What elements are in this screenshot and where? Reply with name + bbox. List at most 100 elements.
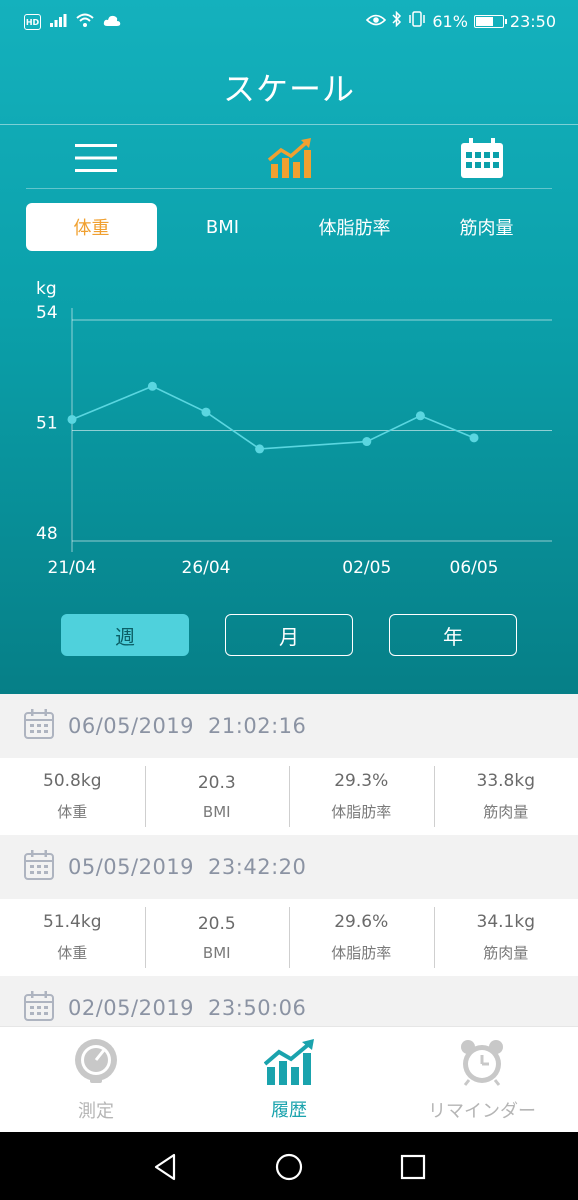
y-tick-label: 48	[36, 524, 58, 544]
data-point	[67, 414, 77, 424]
stat-value: 34.1kg	[476, 912, 536, 932]
toolbar	[0, 132, 578, 184]
app-header: HD 61% 23:50 スケール 体重 BMI 体脂肪率 筋肉量 kg 54 …	[0, 0, 578, 694]
record-date: 06/05/2019	[68, 714, 195, 738]
home-icon[interactable]	[272, 1150, 306, 1184]
menu-icon[interactable]	[72, 136, 120, 180]
nav-measure[interactable]: 測定	[0, 1027, 192, 1133]
battery-icon	[473, 14, 507, 28]
x-tick-label: 02/05	[342, 558, 391, 578]
page-title: スケール	[222, 70, 355, 108]
stat-body-fat: 29.3% 体脂肪率	[289, 758, 434, 835]
data-point	[469, 433, 479, 443]
nav-reminder[interactable]: リマインダー	[386, 1027, 578, 1133]
stat-label: 体脂肪率	[331, 944, 392, 962]
stat-label: 体重	[57, 803, 88, 821]
title-divider	[0, 124, 578, 125]
calendar-icon	[24, 990, 54, 1026]
recent-apps-icon[interactable]	[396, 1150, 430, 1184]
record-date: 02/05/2019	[68, 996, 195, 1020]
stat-label: BMI	[202, 802, 231, 821]
system-navigation-bar	[0, 1132, 578, 1200]
chart-icon[interactable]	[265, 136, 313, 180]
record-date-row: 02/05/2019 23:50:06	[0, 976, 578, 1026]
record-item[interactable]: 05/05/2019 23:42:20 51.4kg 体重 20.5 BMI 29.…	[0, 835, 578, 976]
weight-line-chart: kg 54 51 48 21/04 26/04 02/05 06/05	[36, 279, 552, 578]
stat-value: 33.8kg	[476, 771, 536, 791]
range-tab-month[interactable]: 月	[225, 614, 353, 656]
metric-tabs: 体重 BMI 体脂肪率 筋肉量	[26, 203, 552, 251]
calendar-icon[interactable]	[458, 136, 506, 180]
range-tab-week[interactable]: 週	[61, 614, 189, 656]
tab-weight[interactable]: 体重	[26, 203, 157, 251]
stat-label: BMI	[202, 943, 231, 962]
y-axis-unit-label: kg	[36, 279, 57, 299]
stat-value: 50.8kg	[43, 771, 102, 791]
battery-level	[475, 16, 493, 26]
record-time: 21:02:16	[208, 714, 307, 738]
record-time: 23:50:06	[208, 996, 307, 1020]
back-icon[interactable]	[148, 1150, 182, 1184]
range-tabs: 週 月 年	[61, 614, 517, 656]
nav-history[interactable]: 履歴	[193, 1027, 385, 1133]
wifi-icon	[75, 12, 95, 32]
record-date-row: 05/05/2019 23:42:20	[0, 835, 578, 899]
record-date: 05/05/2019	[68, 855, 195, 879]
record-stats: 51.4kg 体重 20.5 BMI 29.6% 体脂肪率 34.1kg 筋肉量	[0, 899, 578, 976]
nav-label: 測定	[78, 1100, 114, 1122]
chart-icon	[263, 1038, 314, 1090]
stat-value: 29.3%	[334, 771, 389, 791]
stat-value: 20.5	[197, 913, 236, 934]
calendar-icon	[24, 849, 54, 885]
alarm-clock-icon	[457, 1038, 507, 1091]
record-item[interactable]: 02/05/2019 23:50:06	[0, 976, 578, 1026]
data-point	[362, 437, 372, 447]
record-item[interactable]: 06/05/2019 21:02:16 50.8kg 体重 20.3 BMI 29.…	[0, 694, 578, 835]
nav-label: 履歴	[271, 1099, 307, 1121]
data-point	[201, 407, 211, 417]
data-point	[255, 444, 265, 454]
stat-muscle-mass: 33.8kg 筋肉量	[433, 758, 578, 835]
data-point	[415, 411, 425, 421]
stat-label: 筋肉量	[483, 944, 529, 962]
stat-weight: 50.8kg 体重	[0, 758, 145, 835]
stat-value: 51.4kg	[43, 912, 102, 932]
history-records[interactable]: 06/05/2019 21:02:16 50.8kg 体重 20.3 BMI 29.…	[0, 694, 578, 1026]
vibrate-icon	[408, 11, 426, 31]
clock-time: 23:50	[509, 11, 556, 31]
stat-label: 筋肉量	[483, 803, 529, 821]
tab-body-fat[interactable]: 体脂肪率	[289, 203, 420, 251]
stat-value: 20.3	[197, 772, 236, 793]
hd-badge: HD	[24, 14, 41, 30]
range-tab-year[interactable]: 年	[389, 614, 517, 656]
record-time: 23:42:20	[208, 855, 307, 879]
record-stats: 50.8kg 体重 20.3 BMI 29.3% 体脂肪率 33.8kg 筋肉量	[0, 758, 578, 835]
x-tick-label: 06/05	[450, 558, 499, 578]
toolbar-divider	[26, 188, 552, 189]
tab-bmi[interactable]: BMI	[157, 203, 288, 251]
tab-muscle-mass[interactable]: 筋肉量	[421, 203, 552, 251]
eye-icon	[366, 12, 387, 31]
gauge-icon	[72, 1038, 120, 1091]
data-point	[147, 381, 157, 391]
signal-icon	[49, 12, 67, 32]
bottom-nav: 測定 履歴 リマインダー	[0, 1026, 578, 1132]
status-bar: HD 61% 23:50	[0, 0, 578, 44]
y-tick-label: 51	[36, 414, 58, 434]
cloud-icon	[103, 13, 121, 32]
y-tick-label: 54	[36, 303, 58, 323]
x-tick-label: 21/04	[48, 558, 97, 578]
record-date-row: 06/05/2019 21:02:16	[0, 694, 578, 758]
series-line	[71, 385, 475, 450]
stat-body-fat: 29.6% 体脂肪率	[289, 899, 434, 976]
battery-percent: 61%	[432, 11, 468, 31]
stat-muscle-mass: 34.1kg 筋肉量	[433, 899, 578, 976]
stat-value: 29.6%	[334, 912, 389, 932]
stat-bmi: 20.5 BMI	[144, 899, 290, 976]
stat-bmi: 20.3 BMI	[144, 758, 290, 835]
nav-label: リマインダー	[428, 1100, 536, 1122]
stat-weight: 51.4kg 体重	[0, 899, 145, 976]
calendar-icon	[24, 708, 54, 744]
stat-label: 体重	[57, 944, 88, 962]
stat-label: 体脂肪率	[331, 803, 392, 821]
